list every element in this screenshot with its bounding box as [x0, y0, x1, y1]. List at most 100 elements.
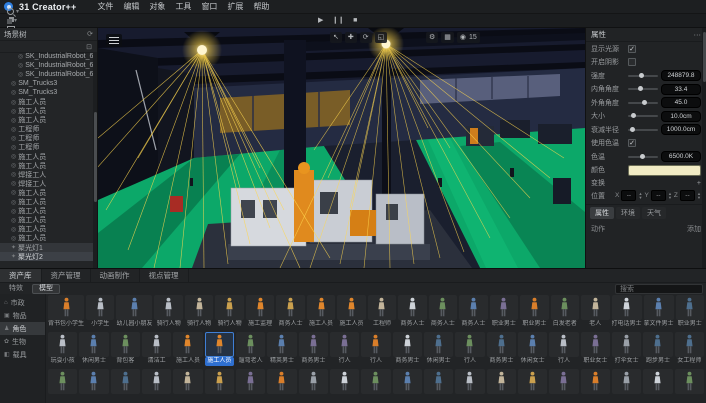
pause-button[interactable]: ❙❙ [332, 14, 344, 28]
asset-tile[interactable] [518, 369, 547, 403]
asset-search-input[interactable] [615, 284, 703, 294]
property-value[interactable]: 248879.8 [661, 70, 701, 81]
property-slider[interactable] [628, 88, 658, 90]
asset-tile[interactable]: 拿文件男士 [644, 295, 674, 331]
viewport-menu-button[interactable] [106, 34, 122, 47]
grid-button[interactable]: ▦ [441, 32, 454, 43]
tree-item[interactable]: ◎SK_IndustrialRobot_6_J... [0, 52, 93, 61]
axis-spinner[interactable]: ▲▼ [638, 192, 642, 200]
camera-fps-button[interactable]: ◉15 [457, 32, 480, 43]
color-swatch[interactable] [628, 165, 701, 176]
asset-tile[interactable] [48, 369, 77, 403]
asset-tile[interactable] [455, 369, 484, 403]
asset-tile[interactable]: 精英男士 [267, 332, 296, 368]
asset-category[interactable]: ♟角色 [0, 322, 45, 335]
asset-category[interactable]: ▣物品 [0, 309, 45, 322]
asset-tile[interactable]: 打伞女士 [612, 332, 641, 368]
asset-subtab[interactable]: 模型 [32, 284, 60, 294]
asset-tile[interactable] [487, 369, 516, 403]
slider-thumb[interactable] [631, 113, 636, 118]
tree-item[interactable]: ◎焊接工人 [0, 170, 93, 179]
menubar-item[interactable]: 帮助 [248, 2, 274, 11]
tree-item[interactable]: ◎施工人员 [0, 107, 93, 116]
axis-spinner[interactable]: ▲▼ [668, 192, 672, 200]
tree-item[interactable]: ◎焊接工人 [0, 179, 93, 188]
tree-item[interactable]: ◎施工人员 [0, 97, 93, 106]
axis-value-input[interactable]: -- [621, 190, 636, 201]
asset-tile[interactable] [643, 369, 672, 403]
move-tool-button[interactable]: ✚ [345, 32, 357, 43]
asset-tile[interactable]: 职业男士 [490, 295, 518, 331]
tree-item[interactable]: ◎施工人员 [0, 152, 93, 161]
asset-category[interactable]: ✿生物 [0, 335, 45, 348]
asset-tile[interactable] [267, 369, 296, 403]
asset-panel-tab[interactable]: 资产管理 [42, 269, 91, 282]
tree-item[interactable]: ◎工程师 [0, 143, 93, 152]
asset-tile[interactable]: 行人 [361, 332, 390, 368]
tree-item[interactable]: ◎SK_IndustrialRobot_6_J... [0, 70, 93, 79]
asset-tile[interactable] [205, 369, 234, 403]
asset-tile[interactable]: 商务男士 [299, 332, 328, 368]
slider-thumb[interactable] [640, 154, 645, 159]
asset-tile[interactable] [142, 369, 171, 403]
slider-thumb[interactable] [639, 73, 644, 78]
asset-tile[interactable]: 遛弯老人 [236, 332, 265, 368]
asset-tile[interactable]: 商务男士 [487, 332, 516, 368]
asset-tile[interactable]: 老人 [581, 295, 609, 331]
property-value[interactable]: 33.4 [661, 84, 701, 95]
property-value[interactable]: 6500.0K [661, 151, 701, 162]
asset-tile[interactable]: 职业男士 [520, 295, 548, 331]
slider-thumb[interactable] [642, 100, 647, 105]
select-tool-button[interactable]: ↖ [330, 32, 342, 43]
asset-category[interactable]: ⌂市政 [0, 296, 45, 309]
properties-tab[interactable]: 环境 [616, 207, 640, 219]
properties-tab[interactable]: 天气 [642, 207, 666, 219]
asset-tile[interactable]: 商务人士 [459, 295, 487, 331]
asset-tile[interactable] [299, 369, 328, 403]
stop-button[interactable]: ■ [353, 14, 357, 28]
asset-tile[interactable]: 休闲女士 [518, 332, 547, 368]
asset-tile[interactable]: 施工人员 [173, 332, 202, 368]
menubar-item[interactable]: 窗口 [196, 2, 222, 11]
menubar-item[interactable]: 编辑 [118, 2, 144, 11]
tree-item[interactable]: ◎SK_IndustrialRobot_6_J... [0, 61, 93, 70]
asset-tile[interactable]: 商务人士 [398, 295, 426, 331]
asset-tile[interactable]: 行人 [330, 332, 359, 368]
asset-subtab[interactable]: 特效 [3, 284, 29, 294]
asset-tile[interactable]: 商务人士 [429, 295, 457, 331]
asset-tile[interactable] [549, 369, 578, 403]
asset-tile[interactable] [111, 369, 140, 403]
tree-item[interactable]: ◎施工人员 [0, 234, 93, 243]
asset-panel-tab[interactable]: 视点管理 [140, 269, 189, 282]
asset-tile[interactable]: 行人 [549, 332, 578, 368]
play-button[interactable]: ▶ [318, 14, 323, 28]
layers-tool-button[interactable]: ▾ [3, 16, 24, 25]
asset-tile[interactable]: 跑步男士 [643, 332, 672, 368]
asset-tile[interactable]: 骑行人物 [185, 295, 213, 331]
asset-panel-tab[interactable]: 动画制作 [91, 269, 140, 282]
menubar-item[interactable]: 扩展 [222, 2, 248, 11]
asset-tile[interactable] [675, 369, 704, 403]
asset-tile[interactable]: 施工人员 [307, 295, 335, 331]
rotate-tool-button[interactable]: ⟳ [360, 32, 372, 43]
action-add-button[interactable]: 添加 [687, 224, 701, 234]
properties-tab[interactable]: 属性 [590, 207, 614, 219]
transform-add-icon[interactable]: + [697, 180, 701, 187]
asset-tile[interactable]: 背书包小学生 [48, 295, 84, 331]
asset-tile[interactable]: 休闲男士 [79, 332, 108, 368]
asset-tile[interactable]: 骑行人物 [215, 295, 243, 331]
asset-tile[interactable] [330, 369, 359, 403]
asset-tile[interactable] [393, 369, 422, 403]
tree-item[interactable]: ◎SM_Trucks3 [0, 88, 93, 97]
使用色温-checkbox[interactable]: ✓ [628, 139, 636, 147]
asset-tile[interactable]: 白发老者 [551, 295, 579, 331]
tree-item[interactable]: ◎工程师 [0, 134, 93, 143]
asset-category[interactable]: ◧载具 [0, 348, 45, 361]
property-value[interactable]: 10.0cm [661, 111, 701, 122]
menubar-item[interactable]: 工具 [170, 2, 196, 11]
asset-tile[interactable]: 打电话男士 [612, 295, 642, 331]
property-slider[interactable] [628, 75, 658, 77]
asset-tile[interactable] [236, 369, 265, 403]
settings-button[interactable]: ⚙ [426, 32, 438, 43]
collapse-all-icon[interactable]: ⊡ [86, 43, 92, 51]
